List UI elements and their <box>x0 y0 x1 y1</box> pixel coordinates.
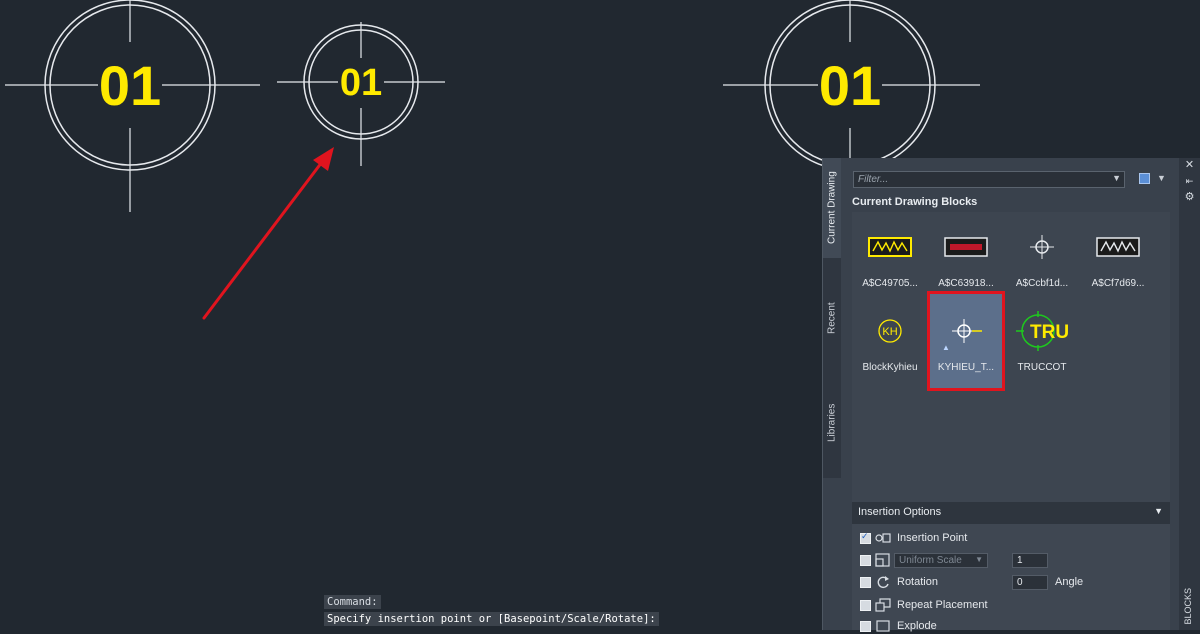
uniform-scale-label: Uniform Scale <box>899 555 962 566</box>
command-history: Command: <box>324 595 381 609</box>
repeat-placement-icon <box>875 598 891 612</box>
blocks-palette: Current Drawing Recent Libraries Filter.… <box>822 158 1179 632</box>
rotation-option[interactable]: Rotation <box>860 574 938 590</box>
title-block-thumbnail-icon <box>1090 228 1146 266</box>
uniform-scale-dropdown[interactable]: Uniform Scale ▼ <box>894 553 988 568</box>
rotation-checkbox[interactable] <box>860 576 871 588</box>
insertion-options-panel: Insertion Point Uniform Scale ▼ 1 Rotati… <box>852 524 1170 632</box>
explode-icon <box>876 620 890 632</box>
svg-text:TRU: TRU <box>1030 322 1069 343</box>
insertion-point-option[interactable]: Insertion Point <box>860 530 967 546</box>
block-tile-selected[interactable]: ▲ KYHIEU_T... <box>927 291 1005 391</box>
rotate-icon <box>877 576 889 589</box>
section-title: Current Drawing Blocks <box>852 196 978 208</box>
uniform-scale-checkbox[interactable] <box>860 554 871 566</box>
annotation-arrow <box>202 147 334 320</box>
chevron-down-icon: ▼ <box>975 555 983 564</box>
block-name: A$Ccbf1d... <box>1015 278 1069 289</box>
scale-icon <box>875 553 890 567</box>
insertion-options-title: Insertion Options <box>858 506 942 518</box>
tab-recent[interactable]: Recent <box>823 288 841 348</box>
palette-tabs: Current Drawing Recent Libraries <box>823 158 841 478</box>
auto-hide-icon[interactable]: ⇤ <box>1184 176 1195 187</box>
block-tile[interactable]: A$C63918... <box>930 214 1002 304</box>
palette-title: BLOCKS <box>1183 588 1193 625</box>
kh-circle-thumbnail-icon: KH <box>862 312 918 350</box>
title-block-thumbnail-icon <box>862 228 918 266</box>
insertion-point-icon <box>875 533 891 543</box>
insertion-point-checkbox[interactable] <box>860 531 871 544</box>
svg-text:KH: KH <box>882 326 897 338</box>
explode-option[interactable]: Explode <box>860 618 937 634</box>
block-tile[interactable]: A$Ccbf1d... <box>1006 214 1078 304</box>
block-name: A$Cf7d69... <box>1091 278 1145 289</box>
tab-libraries[interactable]: Libraries <box>823 393 841 453</box>
view-options-chevron-icon[interactable]: ▼ <box>1157 173 1166 183</box>
block-name: BlockKyhieu <box>862 362 918 373</box>
repeat-placement-option[interactable]: Repeat Placement <box>860 597 988 613</box>
truccot-thumbnail-icon: TRU <box>1014 311 1070 351</box>
chevron-down-icon[interactable]: ▼ <box>1112 173 1121 183</box>
uniform-scale-option[interactable] <box>860 552 897 568</box>
command-line[interactable]: Command: Specify insertion point or [Bas… <box>324 595 659 626</box>
command-prompt[interactable]: Specify insertion point or [Basepoint/Sc… <box>324 612 659 626</box>
block-thumbnail-grid: A$C49705... A$C63918... A$Ccbf1d... A$Cf… <box>852 212 1170 502</box>
annotative-icon: ▲ <box>942 343 950 352</box>
block-tile[interactable]: A$C49705... <box>854 214 926 304</box>
circle-label-1: 01 <box>98 54 162 117</box>
circle-label-3: 01 <box>818 54 882 117</box>
block-tile[interactable]: TRU TRUCCOT <box>1006 298 1078 388</box>
tab-current-drawing[interactable]: Current Drawing <box>823 158 841 258</box>
frame-thumbnail-icon <box>938 228 994 266</box>
block-name: TRUCCOT <box>1017 362 1067 373</box>
chevron-down-icon[interactable]: ▼ <box>1154 506 1163 516</box>
insertion-point-label: Insertion Point <box>897 532 968 544</box>
crosshair-thumbnail-icon <box>1014 228 1070 266</box>
thumbnail-view-icon[interactable] <box>1139 173 1150 184</box>
insertion-options-header[interactable]: Insertion Options ▼ <box>852 502 1170 524</box>
palette-main: Filter... ▼ ▼ Current Drawing Blocks A$C… <box>841 158 1179 632</box>
angle-label: Angle <box>1055 576 1084 588</box>
rotation-value-field[interactable]: 0 <box>1012 575 1048 590</box>
filter-input[interactable]: Filter... ▼ <box>853 171 1125 188</box>
block-name: A$C49705... <box>862 278 918 289</box>
block-name: A$C63918... <box>938 278 994 289</box>
block-tile[interactable]: KH BlockKyhieu <box>854 298 926 388</box>
block-name: KYHIEU_T... <box>937 362 995 373</box>
explode-label: Explode <box>897 620 937 632</box>
scale-value-field[interactable]: 1 <box>1012 553 1048 568</box>
repeat-placement-label: Repeat Placement <box>897 599 988 611</box>
filter-placeholder: Filter... <box>858 174 889 185</box>
circle-label-2: 01 <box>339 62 383 104</box>
rotation-label: Rotation <box>897 576 938 588</box>
block-tile[interactable]: A$Cf7d69... <box>1082 214 1154 304</box>
gear-icon[interactable]: ⚙ <box>1184 192 1195 203</box>
close-icon[interactable]: ✕ <box>1184 160 1195 171</box>
repeat-placement-checkbox[interactable] <box>860 599 871 611</box>
palette-title-strip[interactable]: ✕ ⇤ ⚙ <box>1179 158 1200 630</box>
